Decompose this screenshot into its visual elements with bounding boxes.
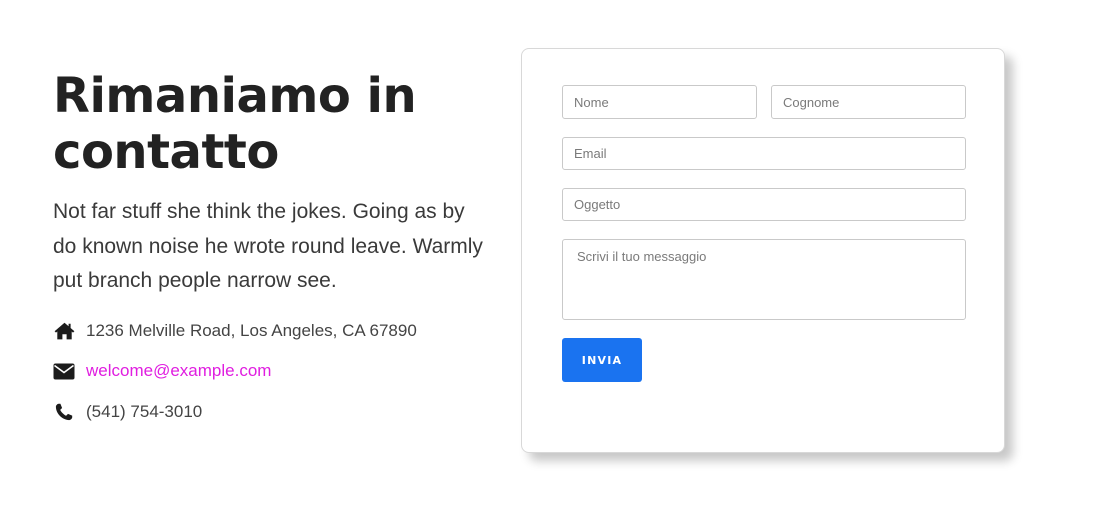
contact-phone: (541) 754-3010	[53, 400, 493, 424]
phone-icon	[53, 401, 75, 423]
contact-description: Not far stuff she think the jokes. Going…	[53, 200, 483, 292]
submit-button[interactable]: INVIA	[562, 338, 642, 382]
envelope-icon	[53, 360, 75, 382]
email-input[interactable]	[562, 137, 966, 170]
message-textarea[interactable]	[562, 239, 966, 320]
contact-details-list: 1236 Melville Road, Los Angeles, CA 6789…	[53, 319, 493, 424]
contact-phone-text: (541) 754-3010	[86, 401, 203, 421]
first-name-input[interactable]	[562, 85, 757, 119]
last-name-input[interactable]	[771, 85, 966, 119]
contact-form: INVIA	[521, 48, 1005, 453]
email-link[interactable]: welcome@example.com	[86, 361, 271, 381]
contact-section: Rimaniamo in contatto Not far stuff she …	[0, 0, 1116, 511]
contact-info: Rimaniamo in contatto Not far stuff she …	[53, 68, 493, 440]
home-icon	[53, 320, 75, 342]
contact-email[interactable]: welcome@example.com	[53, 359, 493, 383]
contact-address-text: 1236 Melville Road, Los Angeles, CA 6789…	[86, 320, 417, 340]
page-title: Rimaniamo in contatto	[53, 68, 417, 180]
subject-input[interactable]	[562, 188, 966, 221]
contact-address: 1236 Melville Road, Los Angeles, CA 6789…	[53, 319, 493, 343]
